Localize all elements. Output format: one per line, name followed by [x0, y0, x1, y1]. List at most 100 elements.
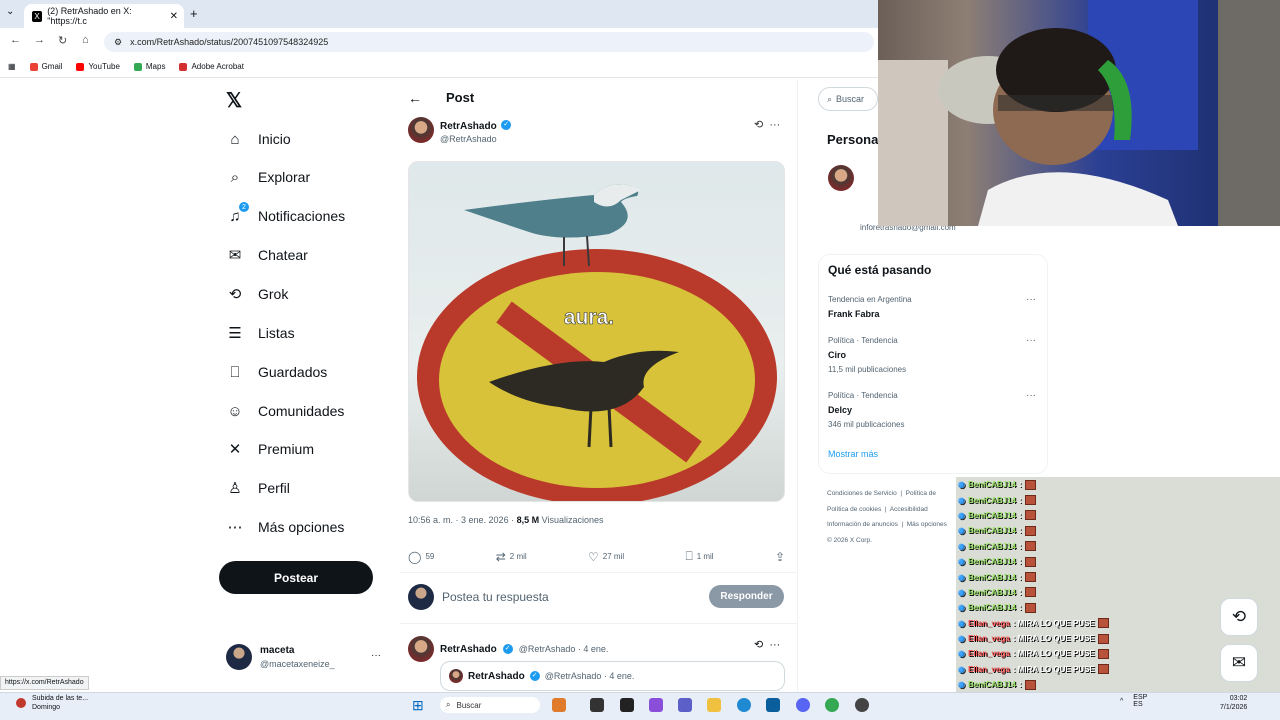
obs-icon[interactable] [855, 698, 869, 712]
nav-item-grok[interactable]: ⟲ Grok [226, 279, 289, 309]
file-explorer-icon[interactable] [707, 698, 721, 712]
chat-text: : [1019, 603, 1022, 613]
bookmark-maps[interactable]: Maps [133, 62, 165, 71]
capcut-icon[interactable] [620, 698, 634, 712]
page-title: Post [446, 90, 475, 105]
bookmark-action[interactable]: ⎕ 1 mil [685, 549, 713, 564]
store-icon[interactable] [766, 698, 780, 712]
post-button[interactable]: Postear [219, 561, 373, 594]
reply-button[interactable]: Responder [709, 585, 784, 608]
nav-item-explorar[interactable]: ⌕ Explorar [226, 162, 310, 192]
game-app-icon[interactable] [552, 698, 566, 712]
chat-badge-icon: ◉ [958, 526, 965, 536]
back-arrow-icon[interactable]: ← [408, 90, 422, 106]
bookmark-youtube[interactable]: YouTube [76, 62, 120, 71]
reply-author-avatar[interactable] [408, 636, 434, 662]
footer-link[interactable]: Condiciones de Servicio [827, 490, 897, 497]
messages-float-icon[interactable]: ✉ [1220, 644, 1258, 682]
trend-item[interactable]: Tendencia en Argentina Frank Fabra [828, 295, 1038, 319]
bookmark-gmail[interactable]: Gmail [29, 62, 62, 71]
nav-item-notificaciones[interactable]: ♫ 2 Notificaciones [226, 201, 345, 231]
trend-more-icon[interactable]: ··· [1026, 335, 1036, 346]
quoted-post[interactable]: RetrAshado ✓ @RetrAshado · 4 ene. [440, 661, 785, 691]
like-action[interactable]: ♡ 27 mil [588, 549, 624, 564]
post-more-icon[interactable]: ··· [769, 119, 780, 131]
relevant-person-avatar[interactable] [828, 165, 854, 191]
tray-chevron-icon[interactable]: ^ [1120, 698, 1123, 705]
chrome-icon[interactable] [825, 698, 839, 712]
reply-action[interactable]: ◯ 59 [408, 549, 434, 564]
chat-badge-icon: ◉ [958, 649, 965, 659]
site-info-icon[interactable]: ⚙ [114, 37, 122, 48]
nav-item-más-opciones[interactable]: ⋯ Más opciones [226, 512, 345, 542]
nav-item-label: Chatear [258, 247, 308, 263]
reply-author-name[interactable]: RetrAshado [440, 644, 497, 655]
account-switcher[interactable]: maceta @macetaxeneize_ [226, 644, 335, 670]
x-home-logo-icon[interactable]: 𝕏 [226, 88, 242, 113]
post-author[interactable]: RetrAshado ✓ @RetrAshado [408, 116, 512, 144]
taskbar-search[interactable]: ⌕ Buscar [440, 697, 540, 713]
nav-item-chatear[interactable]: ✉ Chatear [226, 240, 308, 270]
grok-explain-icon[interactable]: ⟲ [754, 119, 763, 131]
apps-icon[interactable]: ▦ [8, 62, 16, 71]
post-timestamp[interactable]: 10:56 a. m. · 3 ene. 2026 · [408, 515, 514, 525]
new-tab-button[interactable]: + [190, 6, 198, 21]
home-button-icon[interactable]: ⌂ [82, 34, 89, 46]
footer-link[interactable]: Información de anuncios [827, 521, 898, 528]
chat-username: BeniCABJ14 [967, 680, 1016, 690]
trend-more-icon[interactable]: ··· [1026, 390, 1036, 401]
nav-item-perfil[interactable]: ♙ Perfil [226, 473, 290, 503]
share-action[interactable]: ⇪ [775, 549, 785, 564]
url-field[interactable]: ⚙ x.com/RetrAshado/status/20074510975483… [104, 32, 874, 52]
footer-link[interactable]: Política de [906, 490, 936, 497]
chat-emote-icon [1097, 648, 1109, 659]
trend-more-icon[interactable]: ··· [1026, 294, 1036, 305]
nav-item-comunidades[interactable]: ☺ Comunidades [226, 396, 344, 426]
lang-indicator[interactable]: ESP ES [1133, 694, 1147, 708]
tab-search-icon[interactable]: ⌄ [6, 6, 14, 17]
reply-post[interactable]: RetrAshado ✓ @RetrAshado · 4 ene. [408, 636, 608, 662]
account-more-icon[interactable]: ··· [371, 650, 381, 661]
author-handle[interactable]: @RetrAshado [440, 134, 511, 144]
copilot-icon[interactable] [649, 698, 663, 712]
footer-link[interactable]: Más opciones [907, 521, 947, 528]
show-more-link[interactable]: Mostrar más [828, 449, 878, 459]
author-avatar[interactable] [408, 117, 434, 143]
nav-item-inicio[interactable]: ⌂ Inicio [226, 124, 290, 154]
reload-icon[interactable]: ↻ [58, 34, 67, 47]
browser-tab[interactable]: X (2) RetrAshado en X: "https://t.c ✕ [24, 4, 184, 28]
close-tab-icon[interactable]: ✕ [170, 11, 178, 22]
chat-emote-icon [1024, 572, 1036, 583]
nav-item-guardados[interactable]: ⎕ Guardados [226, 357, 327, 387]
post-image[interactable]: aura. [408, 161, 785, 502]
bookmark-acrobat[interactable]: Adobe Acrobat [179, 62, 244, 71]
quote-meta: @RetrAshado · 4 ene. [544, 671, 635, 681]
weather-widget[interactable]: Subida de las te... Domingo [16, 694, 88, 712]
search-input[interactable]: ⌕ Buscar [818, 87, 878, 111]
footer-link[interactable]: Política de cookies [827, 506, 881, 513]
repost-action[interactable]: ⇄ 2 mil [496, 549, 527, 564]
grok-explain-icon[interactable]: ⟲ [754, 639, 763, 651]
terminal-icon[interactable] [590, 698, 604, 712]
bookmarks-bar: ▦ Gmail YouTube Maps Adobe Acrobat [0, 56, 878, 78]
quote-author-name: RetrAshado [468, 670, 525, 682]
grok-float-icon[interactable]: ⟲ [1220, 598, 1258, 636]
maps-icon [133, 62, 142, 71]
chat-username: BeniCABJ14 [967, 495, 1016, 505]
author-name[interactable]: RetrAshado [440, 121, 497, 132]
trend-item[interactable]: Política · Tendencia Delcy 346 mil publi… [828, 391, 1038, 429]
footer-link[interactable]: Accesibilidad [890, 506, 928, 513]
discord-icon[interactable] [796, 698, 810, 712]
nav-item-premium[interactable]: ✕ Premium [226, 434, 314, 464]
edge-icon[interactable] [737, 698, 751, 712]
windows-start-icon[interactable]: ⊞ [412, 697, 424, 714]
back-icon[interactable]: ← [10, 34, 21, 46]
clock[interactable]: 03:02 7/1/2026 [1220, 694, 1247, 712]
teams-icon[interactable] [678, 698, 692, 712]
forward-icon[interactable]: → [34, 34, 45, 46]
nav-item-listas[interactable]: ☰ Listas [226, 318, 294, 348]
reply-composer[interactable]: Postea tu respuesta [408, 584, 549, 610]
trend-item[interactable]: Política · Tendencia Ciro 11,5 mil publi… [828, 336, 1038, 374]
reply-more-icon[interactable]: ··· [769, 639, 780, 651]
reply-input[interactable]: Postea tu respuesta [442, 590, 549, 604]
